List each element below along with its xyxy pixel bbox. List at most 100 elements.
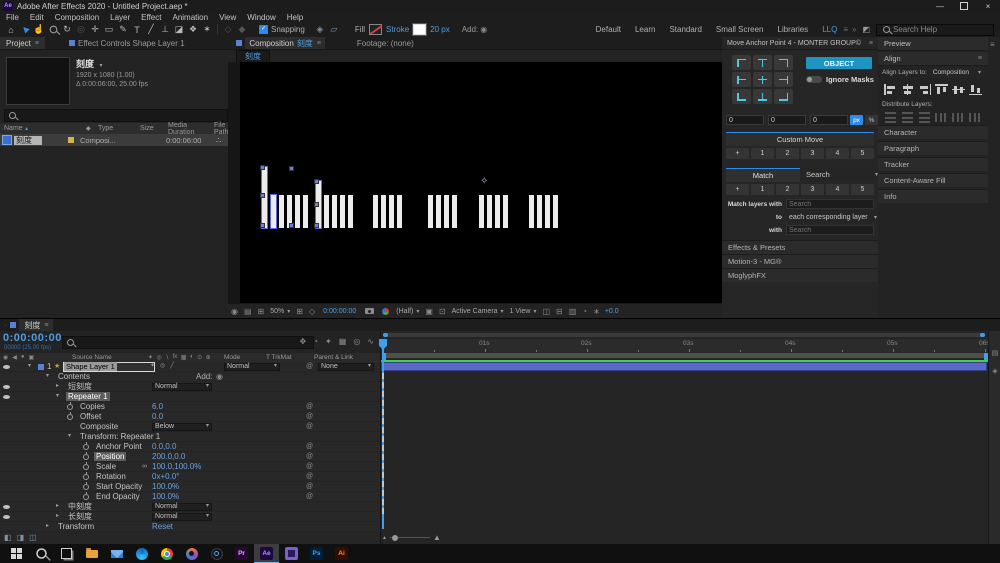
- add-icon[interactable]: ◉: [216, 372, 223, 381]
- refresh-icon[interactable]: ◔: [582, 307, 587, 316]
- parent-link-header[interactable]: Parent & Link: [314, 354, 353, 361]
- expander-icon[interactable]: ▸: [56, 502, 59, 511]
- anchor-center-button[interactable]: [753, 72, 772, 87]
- magnification-menu[interactable]: 50%▾: [270, 308, 290, 315]
- property-value[interactable]: 100.0,100.0%: [152, 462, 201, 471]
- anchor-right-button[interactable]: [774, 72, 793, 87]
- work-area-bar[interactable]: [381, 352, 989, 359]
- fill-swatch[interactable]: [369, 24, 382, 35]
- expand-switches-icon[interactable]: ◧: [4, 533, 12, 542]
- draft-3d-icon[interactable]: ◔: [313, 337, 318, 346]
- unit-percent-button[interactable]: %: [865, 115, 878, 125]
- property-pickwhip-icon[interactable]: @: [306, 472, 313, 481]
- tick-bar[interactable]: [340, 195, 345, 228]
- anchor-offset-input-2[interactable]: [768, 115, 806, 125]
- menu-animation[interactable]: Animation: [172, 13, 208, 22]
- property-label[interactable]: Position: [94, 452, 126, 461]
- stroke-swatch[interactable]: [413, 24, 426, 35]
- mode-header[interactable]: Mode: [224, 354, 240, 361]
- zoom-in-mountain-icon[interactable]: ▲: [433, 533, 441, 542]
- property-value[interactable]: 0.0,0.0: [152, 442, 176, 451]
- constrain-proportions-icon[interactable]: ∞: [142, 462, 147, 471]
- selection-handle[interactable]: [314, 202, 319, 207]
- mask-expansion-icon[interactable]: ▱: [327, 23, 341, 36]
- axis-mode-icon[interactable]: ◇: [221, 23, 235, 36]
- file-explorer-app[interactable]: [79, 544, 104, 563]
- panel-box-icon[interactable]: ◩: [862, 25, 870, 34]
- match-preset-4[interactable]: 4: [826, 184, 849, 195]
- puppet-pin-tool[interactable]: ✶: [200, 23, 214, 36]
- anchor-point-icon[interactable]: ✧: [480, 176, 488, 187]
- tick-bar[interactable]: [279, 195, 284, 228]
- property-pickwhip-icon[interactable]: @: [306, 492, 313, 501]
- chrome-app[interactable]: [154, 544, 179, 563]
- eye-icon[interactable]: [3, 505, 10, 509]
- maximize-button[interactable]: [952, 0, 976, 12]
- project-search-box[interactable]: [4, 109, 228, 122]
- to-layer-dropdown[interactable]: each corresponding layer▾: [786, 212, 880, 223]
- selection-handle[interactable]: [289, 223, 294, 228]
- selection-preview-icon[interactable]: ◉: [231, 307, 238, 316]
- selection-handle[interactable]: [314, 179, 319, 184]
- edge-app[interactable]: [129, 544, 154, 563]
- layer-switch-icon-0[interactable]: ✦: [150, 362, 155, 371]
- tab-project[interactable]: Project ≡: [0, 37, 45, 49]
- tick-bar[interactable]: [324, 195, 329, 228]
- zoom-slider-knob[interactable]: [392, 535, 398, 541]
- tick-bar[interactable]: [529, 195, 534, 228]
- distribute-bottom-icon[interactable]: [918, 112, 931, 123]
- property-label[interactable]: Scale: [94, 462, 118, 471]
- distribute-top-icon[interactable]: [884, 112, 897, 123]
- rectangle-tool[interactable]: ▭: [102, 23, 116, 36]
- menu-file[interactable]: File: [6, 13, 19, 22]
- property-label[interactable]: Composite: [78, 422, 120, 431]
- property-value[interactable]: 200.0,0.0: [152, 452, 185, 461]
- zoom-out-mountain-icon[interactable]: ▲: [382, 535, 387, 541]
- solo-column-icon[interactable]: ●: [21, 354, 25, 361]
- time-ruler[interactable]: 01s02s03s04s05s06s: [381, 339, 989, 353]
- column-type[interactable]: Type: [94, 125, 136, 132]
- exposure-icon[interactable]: ∗: [593, 307, 600, 316]
- match-preset-3[interactable]: 3: [801, 184, 824, 195]
- expander-icon[interactable]: ▾: [68, 432, 71, 441]
- property-label[interactable]: 中刻度: [66, 502, 94, 511]
- anchor-bottom-left-button[interactable]: [732, 89, 751, 104]
- anchor-bottom-button[interactable]: [753, 89, 772, 104]
- menu-window[interactable]: Window: [247, 13, 275, 22]
- panel-menu-icon[interactable]: ≡: [35, 40, 39, 47]
- panel-menu-icon[interactable]: ≡: [869, 40, 873, 47]
- workspace-libraries[interactable]: Libraries: [778, 25, 809, 34]
- expander-icon[interactable]: ▸: [56, 382, 59, 391]
- usage-tree-icon[interactable]: ∴: [216, 136, 221, 145]
- comp-button-icon[interactable]: ◈: [992, 367, 997, 375]
- roto-brush-tool[interactable]: ❖: [186, 23, 200, 36]
- panel-menu-icon[interactable]: ≡: [978, 55, 982, 62]
- tick-bar[interactable]: [495, 195, 500, 228]
- workspace-overflow-icon[interactable]: »: [852, 25, 856, 34]
- align-center-v-icon[interactable]: [952, 84, 965, 95]
- comp-timecode[interactable]: 0:00:00:00: [323, 308, 356, 315]
- stopwatch-icon[interactable]: [83, 454, 89, 460]
- anchor-offset-input-3[interactable]: [810, 115, 848, 125]
- column-size[interactable]: Size: [136, 125, 164, 132]
- custom-move-preset-3[interactable]: 3: [801, 148, 824, 159]
- camera-tool[interactable]: ◎: [74, 23, 88, 36]
- clone-stamp-tool[interactable]: ⊥: [158, 23, 172, 36]
- align-target-dropdown[interactable]: Composition▾: [930, 67, 984, 78]
- selection-handle[interactable]: [314, 223, 319, 228]
- expander-icon[interactable]: ▾: [28, 362, 31, 371]
- layer-switch-icon-1[interactable]: ◎: [160, 362, 165, 371]
- scroll-handle-right[interactable]: [980, 333, 985, 337]
- unit-px-button[interactable]: px: [850, 115, 863, 125]
- expand-transfer-icon[interactable]: ◨: [17, 533, 25, 542]
- tick-bar[interactable]: [373, 195, 378, 228]
- comp-marker-icon[interactable]: ▤: [992, 349, 999, 357]
- align-right-icon[interactable]: [918, 84, 931, 95]
- chevron-down-icon[interactable]: ▾: [100, 63, 103, 69]
- align-left-icon[interactable]: [884, 84, 897, 95]
- pixel-aspect-icon[interactable]: ⊟: [556, 307, 563, 316]
- match-preset-5[interactable]: 5: [851, 184, 874, 195]
- align-panel-header[interactable]: Align ≡: [878, 52, 988, 66]
- start-button[interactable]: [4, 544, 29, 563]
- anchor-bottom-right-button[interactable]: [774, 89, 793, 104]
